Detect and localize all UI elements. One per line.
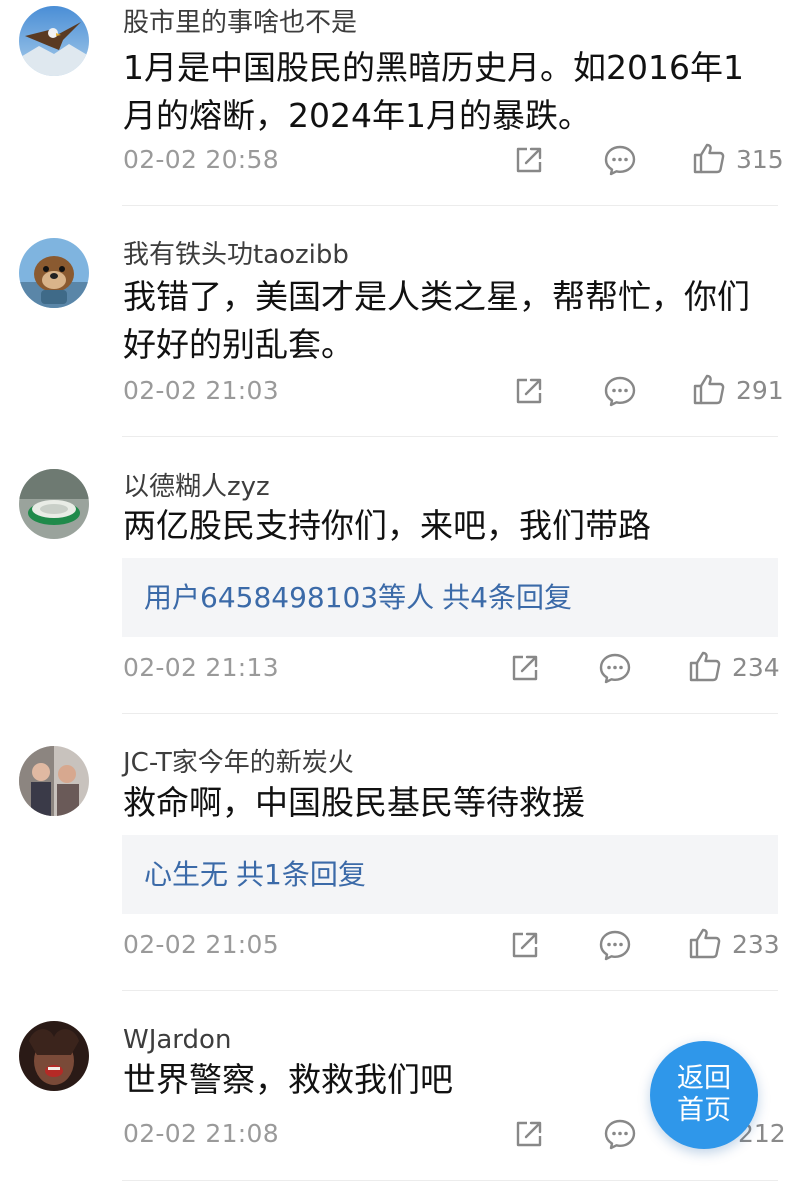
like-count: 233 (732, 930, 780, 959)
like-count: 291 (736, 376, 784, 405)
reply-count[interactable]: 共4条回复 (442, 581, 572, 614)
comment-time: 02-02 20:58 (123, 145, 279, 174)
divider (122, 990, 778, 991)
user-avatar[interactable] (19, 238, 89, 308)
thumbs-up-icon[interactable] (688, 926, 722, 960)
reply-summary[interactable]: 用户6458498103等人 共4条回复 (144, 580, 572, 616)
reply-count[interactable]: 共1条回复 (236, 858, 366, 891)
comment-body: 救命啊，中国股民基民等待救援 (123, 783, 585, 822)
back-to-home-button[interactable]: 返回 首页 (650, 1041, 758, 1149)
user-avatar[interactable] (19, 746, 89, 816)
reply-summary[interactable]: 心生无 共1条回复 (144, 857, 366, 893)
comment-icon[interactable] (598, 928, 632, 962)
reply-users[interactable]: 心生无 (144, 858, 228, 891)
comment-body: 1月是中国股民的黑暗历史月。如2016年1月的熔断，2024年1月的暴跌。 (123, 48, 744, 135)
share-icon[interactable] (508, 651, 542, 685)
username[interactable]: WJardon (123, 1025, 231, 1055)
share-icon[interactable] (508, 928, 542, 962)
like-count: 315 (736, 145, 784, 174)
comment-time: 02-02 21:13 (123, 653, 279, 682)
username[interactable]: 股市里的事啥也不是 (123, 8, 357, 38)
reply-users[interactable]: 用户6458498103等人 (144, 581, 434, 614)
share-icon[interactable] (512, 1117, 546, 1151)
divider (122, 1180, 778, 1181)
user-avatar[interactable] (19, 6, 89, 76)
divider (122, 713, 778, 714)
comment-time: 02-02 21:05 (123, 930, 279, 959)
thumbs-up-icon[interactable] (692, 141, 726, 175)
reply-preview[interactable]: 用户6458498103等人 共4条回复 (122, 558, 778, 637)
username[interactable]: JC-T家今年的新炭火 (123, 748, 354, 778)
reply-preview[interactable]: 心生无 共1条回复 (122, 835, 778, 914)
user-avatar[interactable] (19, 1021, 89, 1091)
user-avatar[interactable] (19, 469, 89, 539)
username[interactable]: 以德糊人zyz (123, 472, 270, 502)
comment-icon[interactable] (603, 143, 637, 177)
thumbs-up-icon[interactable] (688, 649, 722, 683)
like-count: 234 (732, 653, 780, 682)
comment-body: 两亿股民支持你们，来吧，我们带路 (123, 506, 651, 545)
comment-time: 02-02 21:03 (123, 376, 279, 405)
back-home-label-line1: 返回 (677, 1063, 731, 1094)
thumbs-up-icon[interactable] (692, 372, 726, 406)
share-icon[interactable] (512, 374, 546, 408)
username[interactable]: 我有铁头功taozibb (123, 240, 349, 270)
comment-body: 我错了，美国才是人类之星，帮帮忙，你们好好的别乱套。 (123, 277, 750, 364)
back-home-label-line2: 首页 (677, 1095, 731, 1126)
comment-icon[interactable] (603, 374, 637, 408)
comment-icon[interactable] (603, 1117, 637, 1151)
comment-icon[interactable] (598, 651, 632, 685)
divider (122, 205, 778, 206)
comment-time: 02-02 21:08 (123, 1119, 279, 1148)
divider (122, 436, 778, 437)
share-icon[interactable] (512, 143, 546, 177)
